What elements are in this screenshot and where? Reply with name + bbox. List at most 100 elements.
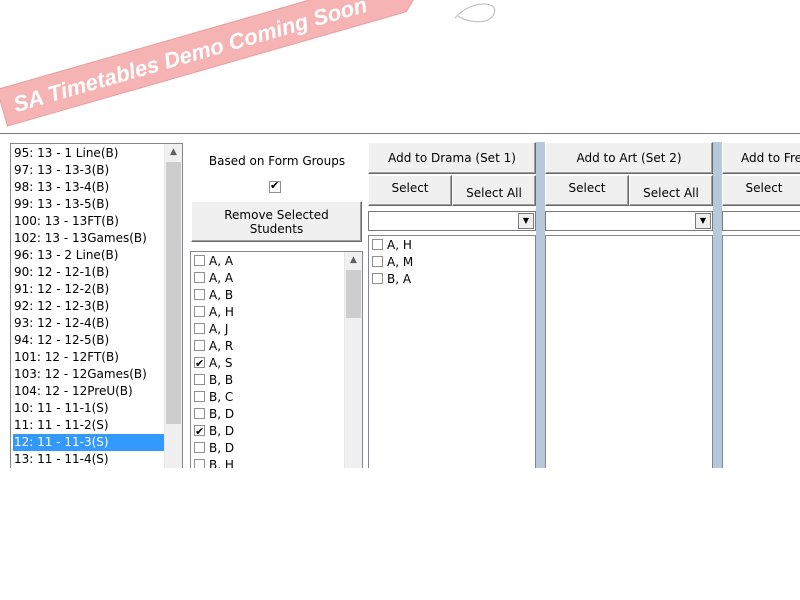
student-list-scrollbar[interactable]: ▲ (344, 252, 362, 468)
add-to-set-button[interactable]: Add to Drama (Set 1) (368, 142, 536, 174)
set-member-list[interactable]: A, H A, M B, A (368, 235, 536, 468)
student-checklist-item[interactable]: A, R (194, 338, 233, 355)
student-name: B, B (209, 373, 234, 387)
student-name: B, D (209, 424, 235, 438)
form-group-item[interactable]: 97: 13 - 13-3(B) (13, 162, 109, 179)
student-checkbox[interactable] (194, 340, 205, 351)
set-member-list[interactable] (722, 235, 800, 468)
select-all-button[interactable]: Select All (629, 175, 713, 206)
student-checklist-item[interactable]: B, A (372, 271, 411, 288)
column-separator (536, 142, 545, 468)
student-name: A, A (209, 254, 234, 268)
student-name: B, H (209, 458, 234, 468)
scroll-thumb[interactable] (166, 162, 181, 424)
student-checklist-item[interactable]: A, B (194, 287, 233, 304)
student-name: A, H (209, 305, 234, 319)
set-member-list[interactable] (545, 235, 713, 468)
student-checkbox[interactable] (194, 306, 205, 317)
select-button[interactable]: Select (545, 175, 629, 206)
student-checkbox[interactable] (194, 374, 205, 385)
form-group-item[interactable]: 11: 11 - 11-2(S) (13, 417, 109, 434)
student-name: A, R (209, 339, 234, 353)
dropdown-arrow-icon[interactable]: ▼ (695, 213, 711, 229)
student-checkbox[interactable] (194, 323, 205, 334)
student-name: A, H (387, 238, 412, 252)
student-checkbox[interactable] (194, 408, 205, 419)
based-on-form-groups-label: Based on Form Groups (208, 154, 346, 168)
student-checklist-item[interactable]: B, B (194, 372, 233, 389)
student-name: A, M (387, 255, 414, 269)
student-checklist-item[interactable]: A, H (194, 304, 234, 321)
student-checklist-item[interactable]: B, C (194, 389, 233, 406)
select-button[interactable]: Select (368, 175, 452, 206)
student-checklist-item[interactable]: A, A (194, 270, 233, 287)
student-checkbox[interactable] (194, 255, 205, 266)
form-group-item[interactable]: 92: 12 - 12-3(B) (13, 298, 109, 315)
set-filter-combo[interactable]: ▼ (368, 211, 536, 231)
student-checklist-item[interactable]: B, H (194, 457, 234, 468)
based-on-form-groups-checkbox-wrap (269, 179, 281, 193)
student-checklist-item[interactable]: A, H (372, 237, 412, 254)
form-group-item[interactable]: 104: 12 - 12PreU(B) (13, 383, 133, 400)
form-group-item[interactable]: 93: 12 - 12-4(B) (13, 315, 109, 332)
student-checkbox[interactable] (372, 273, 383, 284)
student-name: B, D (209, 441, 235, 455)
student-checkbox[interactable] (194, 423, 205, 440)
student-checkbox[interactable] (194, 355, 205, 372)
tag-string-icon (454, 3, 496, 23)
remove-selected-students-button[interactable]: Remove Selected Students (191, 201, 362, 242)
student-checklist-item[interactable]: A, A (194, 253, 233, 270)
student-checklist-item[interactable]: A, S (194, 355, 232, 372)
form-group-item[interactable]: 13: 11 - 11-4(S) (13, 451, 109, 468)
student-checklist-item[interactable]: A, M (372, 254, 413, 271)
based-on-form-groups-checkbox[interactable] (269, 179, 281, 193)
watermark-text: SA Timetables Demo Coming Soon (10, 0, 369, 117)
form-group-item[interactable]: 100: 13 - 13FT(B) (13, 213, 119, 230)
column-separator (713, 142, 722, 468)
set-filter-combo[interactable]: ▼ (722, 211, 800, 231)
student-name: A, J (209, 322, 229, 336)
form-group-item[interactable]: 98: 13 - 13-4(B) (13, 179, 109, 196)
app-window: 95: 13 - 1 Line(B) 97: 13 - 13-3(B) 98: 13… (0, 133, 800, 468)
form-group-item[interactable]: 102: 13 - 13Games(B) (13, 230, 147, 247)
form-group-item[interactable]: 94: 12 - 12-5(B) (13, 332, 109, 349)
student-checkbox[interactable] (194, 272, 205, 283)
student-name: B, D (209, 407, 235, 421)
form-group-item[interactable]: 10: 11 - 11-1(S) (13, 400, 109, 417)
form-group-item[interactable]: 99: 13 - 13-5(B) (13, 196, 109, 213)
scroll-up-arrow-icon[interactable]: ▲ (165, 144, 182, 161)
dropdown-arrow-icon[interactable]: ▼ (518, 213, 534, 229)
scroll-thumb[interactable] (346, 270, 361, 318)
student-checklist[interactable]: A, A A, A A, B A, H A, J A, R A, S B, B B, C B, D… (190, 251, 363, 468)
student-checkbox[interactable] (372, 256, 383, 267)
form-list-scrollbar[interactable]: ▲ (164, 144, 182, 468)
student-checklist-item[interactable]: A, J (194, 321, 228, 338)
add-to-set-button[interactable]: Add to Art (Set 2) (545, 142, 713, 174)
form-group-item[interactable]: 12: 11 - 11-3(S) (13, 434, 164, 451)
student-name: A, A (209, 271, 234, 285)
select-button[interactable]: Select (722, 175, 800, 206)
form-group-item[interactable]: 96: 13 - 2 Line(B) (13, 247, 118, 264)
student-checkbox[interactable] (194, 442, 205, 453)
form-group-item[interactable]: 90: 12 - 12-1(B) (13, 264, 109, 281)
form-group-item[interactable]: 101: 12 - 12FT(B) (13, 349, 119, 366)
student-checkbox[interactable] (372, 239, 383, 250)
student-checklist-item[interactable]: B, D (194, 423, 234, 440)
scroll-up-arrow-icon[interactable]: ▲ (345, 252, 362, 269)
select-all-button[interactable]: Select All (452, 175, 536, 206)
form-group-item[interactable]: 91: 12 - 12-2(B) (13, 281, 109, 298)
add-to-set-button[interactable]: Add to Fre (722, 142, 800, 174)
student-checkbox[interactable] (194, 459, 205, 468)
form-group-list[interactable]: 95: 13 - 1 Line(B) 97: 13 - 13-3(B) 98: 13… (10, 143, 183, 468)
form-group-item[interactable]: 95: 13 - 1 Line(B) (13, 145, 118, 162)
student-checkbox[interactable] (194, 289, 205, 300)
set-filter-combo[interactable]: ▼ (545, 211, 713, 231)
form-group-item[interactable]: 103: 12 - 12Games(B) (13, 366, 147, 383)
student-name: A, S (209, 356, 233, 370)
student-checkbox[interactable] (194, 391, 205, 402)
student-name: B, C (209, 390, 234, 404)
demo-watermark: SA Timetables Demo Coming Soon (0, 0, 496, 127)
student-checklist-item[interactable]: B, D (194, 406, 234, 423)
student-checklist-item[interactable]: B, D (194, 440, 234, 457)
student-name: A, B (209, 288, 234, 302)
